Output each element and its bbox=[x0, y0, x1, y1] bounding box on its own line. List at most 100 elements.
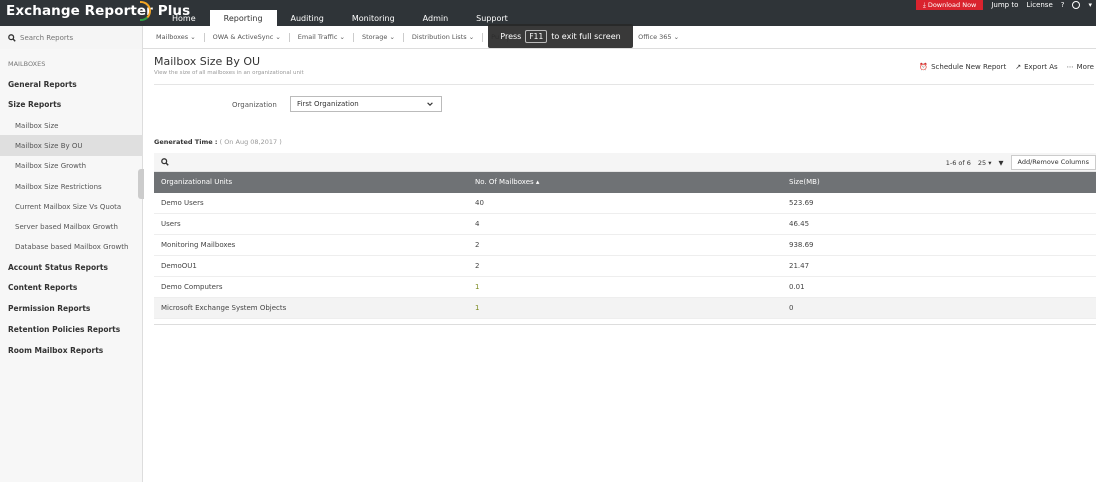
report-sidebar: MAILBOXES General Reports Size Reports M… bbox=[0, 49, 144, 482]
cell-size: 0 bbox=[789, 304, 794, 312]
cell-ou: DemoOU1 bbox=[161, 262, 197, 270]
column-header-size[interactable]: Size(MB) bbox=[789, 172, 820, 193]
tab-monitoring[interactable]: Monitoring bbox=[338, 10, 409, 26]
tab-home[interactable]: Home bbox=[158, 10, 210, 26]
sidebar-item-retention-policies-reports[interactable]: Retention Policies Reports bbox=[0, 319, 143, 340]
help-icon[interactable]: ? bbox=[1061, 1, 1065, 9]
tab-reporting[interactable]: Reporting bbox=[209, 10, 277, 26]
schedule-label: Schedule New Report bbox=[931, 63, 1007, 71]
search-reports-input[interactable] bbox=[20, 33, 130, 42]
table-row: Demo Computers 1 0.01 bbox=[154, 277, 1096, 298]
toast-text-after: to exit full screen bbox=[551, 31, 621, 41]
fullscreen-toast: Press F11 to exit full screen bbox=[488, 24, 633, 48]
cell-mailbox-count: 40 bbox=[475, 199, 484, 207]
pagination-info: 1-6 of 6 bbox=[945, 158, 971, 167]
jump-to-link[interactable]: Jump to bbox=[991, 1, 1018, 9]
download-now-button[interactable]: ⤓ Download Now bbox=[915, 0, 984, 10]
subnav-storage[interactable]: Storage ⌄ bbox=[354, 33, 404, 42]
tab-auditing[interactable]: Auditing bbox=[277, 10, 338, 26]
sidebar-item-permission-reports[interactable]: Permission Reports bbox=[0, 298, 143, 319]
sidebar-item-mailbox-size[interactable]: Mailbox Size bbox=[0, 115, 143, 136]
subnav-email-traffic[interactable]: Email Traffic ⌄ bbox=[290, 33, 354, 42]
page-size-select[interactable]: 25 ▾ bbox=[978, 159, 992, 167]
more-label: More bbox=[1076, 63, 1094, 71]
report-actions: ⏰ Schedule New Report ↗ Export As ⋯ More bbox=[919, 63, 1094, 71]
table-toolbar: 1-6 of 6 25 ▾ ▼ Add/Remove Columns bbox=[154, 153, 1096, 172]
organization-label: Organization bbox=[232, 101, 277, 109]
cell-size: 46.45 bbox=[789, 220, 810, 228]
subnav-label: OWA & ActiveSync bbox=[212, 33, 274, 41]
cell-ou: Demo Users bbox=[161, 199, 204, 207]
sidebar-item-room-mailbox-reports[interactable]: Room Mailbox Reports bbox=[0, 340, 143, 361]
subnav-label: Distribution Lists bbox=[411, 33, 467, 41]
table-search-icon[interactable] bbox=[161, 158, 169, 166]
table-bottom-border bbox=[154, 324, 1096, 325]
download-label: Download Now bbox=[927, 1, 977, 9]
table-controls: 1-6 of 6 25 ▾ ▼ Add/Remove Columns bbox=[946, 155, 1096, 170]
organization-select[interactable]: First Organization bbox=[290, 96, 442, 112]
table-row: Monitoring Mailboxes 2 938.69 bbox=[154, 235, 1096, 256]
subnav-label: Office 365 bbox=[638, 33, 672, 41]
column-header-mailboxes[interactable]: No. Of Mailboxes ▴ bbox=[475, 172, 539, 193]
cell-ou: Microsoft Exchange System Objects bbox=[161, 304, 287, 312]
export-as-button[interactable]: ↗ Export As bbox=[1015, 63, 1057, 71]
cell-mailbox-count-link[interactable]: 1 bbox=[475, 298, 479, 319]
search-icon bbox=[8, 33, 16, 42]
filter-icon[interactable]: ▼ bbox=[999, 159, 1004, 167]
report-content: Mailbox Size By OU View the size of all … bbox=[144, 49, 1096, 482]
export-icon: ↗ bbox=[1015, 63, 1022, 71]
add-remove-columns-button[interactable]: Add/Remove Columns bbox=[1010, 155, 1096, 170]
alarm-clock-icon: ⏰ bbox=[919, 63, 929, 71]
table-row: Users 4 46.45 bbox=[154, 214, 1096, 235]
subnav-mailboxes[interactable]: Mailboxes ⌄ bbox=[148, 33, 205, 42]
license-link[interactable]: License bbox=[1026, 1, 1052, 9]
sidebar-item-current-size-vs-quota[interactable]: Current Mailbox Size Vs Quota bbox=[0, 196, 143, 217]
generated-time-value: ( On Aug 08,2017 ) bbox=[219, 138, 282, 146]
top-header: Exchange Reporter Plus Home Reporting Au… bbox=[0, 0, 1096, 26]
cell-mailbox-count: 2 bbox=[475, 262, 480, 270]
download-icon: ⤓ bbox=[922, 1, 926, 9]
generated-time-label: Generated Time : bbox=[154, 138, 218, 146]
export-label: Export As bbox=[1024, 63, 1058, 71]
tab-admin[interactable]: Admin bbox=[409, 10, 463, 26]
sort-ascending-icon: ▴ bbox=[535, 178, 540, 186]
sidebar-item-database-mailbox-growth[interactable]: Database based Mailbox Growth bbox=[0, 236, 143, 257]
sidebar-item-mailbox-size-restrictions[interactable]: Mailbox Size Restrictions bbox=[0, 176, 143, 197]
main-nav: Home Reporting Auditing Monitoring Admin… bbox=[158, 10, 522, 26]
toast-key: F11 bbox=[525, 29, 548, 43]
cell-size: 21.47 bbox=[789, 262, 810, 270]
subnav-distribution-lists[interactable]: Distribution Lists ⌄ bbox=[404, 33, 484, 42]
user-avatar-icon[interactable] bbox=[1072, 1, 1081, 9]
sidebar-item-mailbox-size-growth[interactable]: Mailbox Size Growth bbox=[0, 155, 143, 176]
more-button[interactable]: ⋯ More bbox=[1067, 63, 1094, 71]
subnav-label: Email Traffic bbox=[297, 33, 338, 41]
cell-size: 938.69 bbox=[789, 241, 814, 249]
header-utilities: ⤓ Download Now Jump to License ? ▾ bbox=[915, 0, 1092, 10]
table-row: DemoOU1 2 21.47 bbox=[154, 256, 1096, 277]
cell-mailbox-count: 2 bbox=[475, 241, 480, 249]
subnav-label: Storage bbox=[361, 33, 388, 41]
sidebar-item-mailbox-size-by-ou[interactable]: Mailbox Size By OU bbox=[0, 135, 143, 156]
column-header-ou[interactable]: Organizational Units bbox=[161, 172, 232, 193]
chevron-down-icon[interactable]: ▾ bbox=[1088, 1, 1092, 9]
organization-value: First Organization bbox=[297, 100, 359, 108]
sidebar-item-general-reports[interactable]: General Reports bbox=[0, 74, 143, 95]
column-header-mailboxes-label: No. Of Mailboxes bbox=[475, 178, 534, 186]
subnav-owa-activesync[interactable]: OWA & ActiveSync ⌄ bbox=[205, 33, 290, 42]
sidebar-item-content-reports[interactable]: Content Reports bbox=[0, 277, 143, 298]
cell-ou: Demo Computers bbox=[161, 283, 223, 291]
cell-ou: Monitoring Mailboxes bbox=[161, 241, 236, 249]
schedule-report-button[interactable]: ⏰ Schedule New Report bbox=[919, 63, 1006, 71]
sidebar-item-server-mailbox-growth[interactable]: Server based Mailbox Growth bbox=[0, 216, 143, 237]
table-row: Demo Users 40 523.69 bbox=[154, 193, 1096, 214]
title-divider bbox=[154, 84, 1094, 85]
sidebar-item-account-status-reports[interactable]: Account Status Reports bbox=[0, 257, 143, 278]
cell-size: 523.69 bbox=[789, 199, 814, 207]
sidebar-item-size-reports[interactable]: Size Reports bbox=[0, 94, 143, 115]
page-size-value: 25 bbox=[977, 158, 987, 167]
page-title: Mailbox Size By OU bbox=[154, 55, 261, 68]
cell-mailbox-count-link[interactable]: 1 bbox=[475, 277, 479, 298]
search-reports-box bbox=[0, 26, 143, 49]
cell-size: 0.01 bbox=[789, 283, 805, 291]
subnav-label: Mailboxes bbox=[156, 33, 189, 41]
